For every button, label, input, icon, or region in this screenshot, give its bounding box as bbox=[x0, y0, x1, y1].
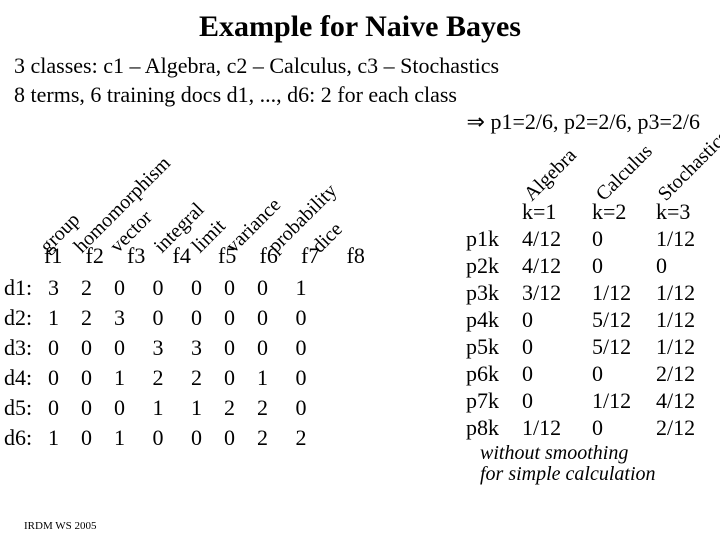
f-label-7: f7 bbox=[301, 243, 341, 269]
freq-table: 3 2 0 0 0 0 0 1 1 2 3 0 0 0 0 0 0 0 0 3 … bbox=[48, 273, 307, 453]
k-label-3: k=3 bbox=[656, 199, 690, 225]
f-label-5: f5 bbox=[218, 243, 254, 269]
doc-label: d1: bbox=[4, 273, 32, 303]
class-label-stochastics: Stochastics bbox=[654, 126, 720, 206]
k-label-2: k=2 bbox=[592, 199, 626, 225]
p-label: p4k bbox=[466, 306, 499, 333]
k1-col: 4/12 4/12 3/12 0 0 0 0 1/12 bbox=[522, 225, 561, 441]
k3-col: 1/12 0 1/12 1/12 1/12 2/12 4/12 2/12 bbox=[656, 225, 695, 441]
k-label-1: k=1 bbox=[522, 199, 556, 225]
prior-line: ⇒ p1=2/6, p2=2/6, p3=2/6 bbox=[0, 109, 720, 135]
footer: IRDM WS 2005 bbox=[24, 520, 97, 532]
p-label: p2k bbox=[466, 252, 499, 279]
class-label-algebra: Algebra bbox=[520, 144, 582, 206]
intro-line-2: 8 terms, 6 training docs d1, ..., d6: 2 … bbox=[14, 81, 706, 110]
doc-label: d4: bbox=[4, 363, 32, 393]
doc-label: d6: bbox=[4, 423, 32, 453]
doc-labels-col: d1: d2: d3: d4: d5: d6: bbox=[4, 273, 32, 453]
page-title: Example for Naive Bayes bbox=[0, 0, 720, 44]
f-headers: f1 f2 f3 f4 f5 f6 f7 f8 bbox=[44, 243, 383, 269]
f-label-2: f2 bbox=[86, 243, 122, 269]
k2-col: 0 0 1/12 5/12 5/12 0 1/12 0 bbox=[592, 225, 631, 441]
doc-label: d5: bbox=[4, 393, 32, 423]
f-label-8: f8 bbox=[347, 243, 383, 269]
p-label: p6k bbox=[466, 360, 499, 387]
note: without smoothing for simple calculation bbox=[480, 443, 656, 485]
p-label: p3k bbox=[466, 279, 499, 306]
intro-line-1: 3 classes: c1 – Algebra, c2 – Calculus, … bbox=[14, 52, 706, 81]
f-label-4: f4 bbox=[173, 243, 213, 269]
doc-label: d2: bbox=[4, 303, 32, 333]
note-line-1: without smoothing bbox=[480, 443, 656, 464]
p-label: p8k bbox=[466, 414, 499, 441]
arrow-icon: ⇒ bbox=[467, 109, 485, 134]
doc-label: d3: bbox=[4, 333, 32, 363]
p-label: p1k bbox=[466, 225, 499, 252]
content-area: group homomorphism vector integral limit… bbox=[0, 135, 720, 485]
p-labels-col: p1k p2k p3k p4k p5k p6k p7k p8k bbox=[466, 225, 499, 441]
p-label: p5k bbox=[466, 333, 499, 360]
class-label-calculus: Calculus bbox=[592, 140, 658, 206]
note-line-2: for simple calculation bbox=[480, 464, 656, 485]
intro-block: 3 classes: c1 – Algebra, c2 – Calculus, … bbox=[0, 44, 720, 109]
f-label-6: f6 bbox=[260, 243, 296, 269]
f-label-3: f3 bbox=[127, 243, 167, 269]
f-label-1: f1 bbox=[44, 243, 80, 269]
prior-values: p1=2/6, p2=2/6, p3=2/6 bbox=[490, 109, 700, 134]
p-label: p7k bbox=[466, 387, 499, 414]
